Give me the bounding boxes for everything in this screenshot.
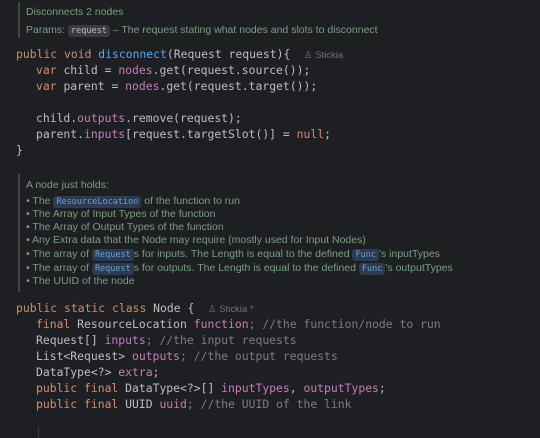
code-line[interactable]: } bbox=[16, 142, 23, 158]
doc-title: Disconnects 2 nodes bbox=[26, 6, 124, 18]
author-hint: ♙ Stickia * bbox=[208, 304, 254, 315]
params-label: Params: bbox=[26, 24, 66, 36]
code-line[interactable]: public final DataType<?>[] inputTypes, o… bbox=[36, 380, 386, 396]
code-line[interactable]: var child = nodes.get(request.source()); bbox=[36, 62, 310, 78]
params-desc: – The request stating what nodes and slo… bbox=[112, 24, 378, 36]
person-icon: ♙ bbox=[208, 304, 217, 315]
code-line[interactable]: parent.inputs[request.targetSlot()] = nu… bbox=[36, 126, 331, 142]
doc-comment-edge bbox=[38, 426, 39, 438]
doc-bullet: The ResourceLocation of the function to … bbox=[20, 195, 540, 208]
doc-bullet: The array of Requests for inputs. The Le… bbox=[20, 247, 540, 261]
doc-bullet: The UUID of the node bbox=[20, 275, 540, 288]
doc-comment-node: A node just holds: The ResourceLocation … bbox=[18, 174, 540, 292]
code-line[interactable]: var parent = nodes.get(request.target())… bbox=[36, 78, 317, 94]
doc-bullet: The array of Requests for outputs. The L… bbox=[20, 261, 540, 275]
code-line[interactable]: final ResourceLocation function; //the f… bbox=[36, 316, 441, 332]
code-line[interactable]: public final UUID uuid; //the UUID of th… bbox=[36, 396, 351, 412]
code-line[interactable]: List<Request> outputs; //the output requ… bbox=[36, 348, 338, 364]
author-hint: ♙ Stickia bbox=[304, 50, 344, 61]
doc-bullet: Any Extra data that the Node may require… bbox=[20, 234, 540, 247]
code-line[interactable]: Request[] inputs; //the input requests bbox=[36, 332, 297, 348]
doc-bullet: The Array of Output Types of the functio… bbox=[20, 221, 540, 234]
doc-comment-disconnect: Disconnects 2 nodes Params: request – Th… bbox=[18, 2, 540, 38]
doc-params: Params: request – The request stating wh… bbox=[20, 22, 540, 38]
person-icon: ♙ bbox=[304, 50, 313, 61]
doc-bullet: The Array of Input Types of the function bbox=[20, 208, 540, 221]
code-line[interactable]: DataType<?> extra; bbox=[36, 364, 159, 380]
params-chip: request bbox=[68, 25, 110, 37]
method-name: disconnect bbox=[98, 47, 167, 61]
code-line[interactable]: child.outputs.remove(request); bbox=[36, 110, 242, 126]
doc-title: A node just holds: bbox=[26, 179, 109, 191]
